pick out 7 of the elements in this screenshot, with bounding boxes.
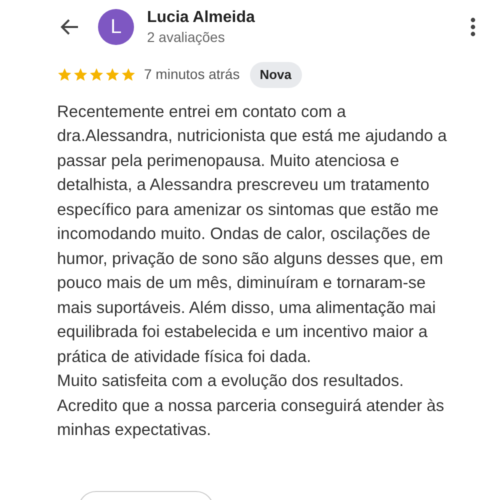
review-text: Recentemente entrei em contato com a dra.Alessandra, nutricionista que está me ajudando a passar pela perimenopausa. Muito atenciosa e detalhista, a Alessandra prescreveu um tratamento específico para amenizar os sintomas que estão me incomodando muito. Ondas de calor, oscilações de humor, privação de sono são alguns desses que, em pouco mais de um mês, diminuíram e tornaram-se mais suportáveis. Além disso, uma alimentação mai equilibrada foi estabelecida e um incentivo maior a prática de atividade física foi dada. Muito satisfeita com a evolução dos resultados. Acredito que a nossa parceria conseguirá atender às minhas expectativas.: [56, 102, 448, 441]
avatar: L: [98, 9, 134, 45]
review-time: 7 minutos atrás: [144, 65, 240, 84]
new-badge: Nova: [250, 62, 302, 88]
more-options-icon[interactable]: [470, 17, 476, 37]
reviewer-name: Lucia Almeida: [147, 8, 255, 28]
review-count: 2 avaliações: [147, 28, 226, 46]
